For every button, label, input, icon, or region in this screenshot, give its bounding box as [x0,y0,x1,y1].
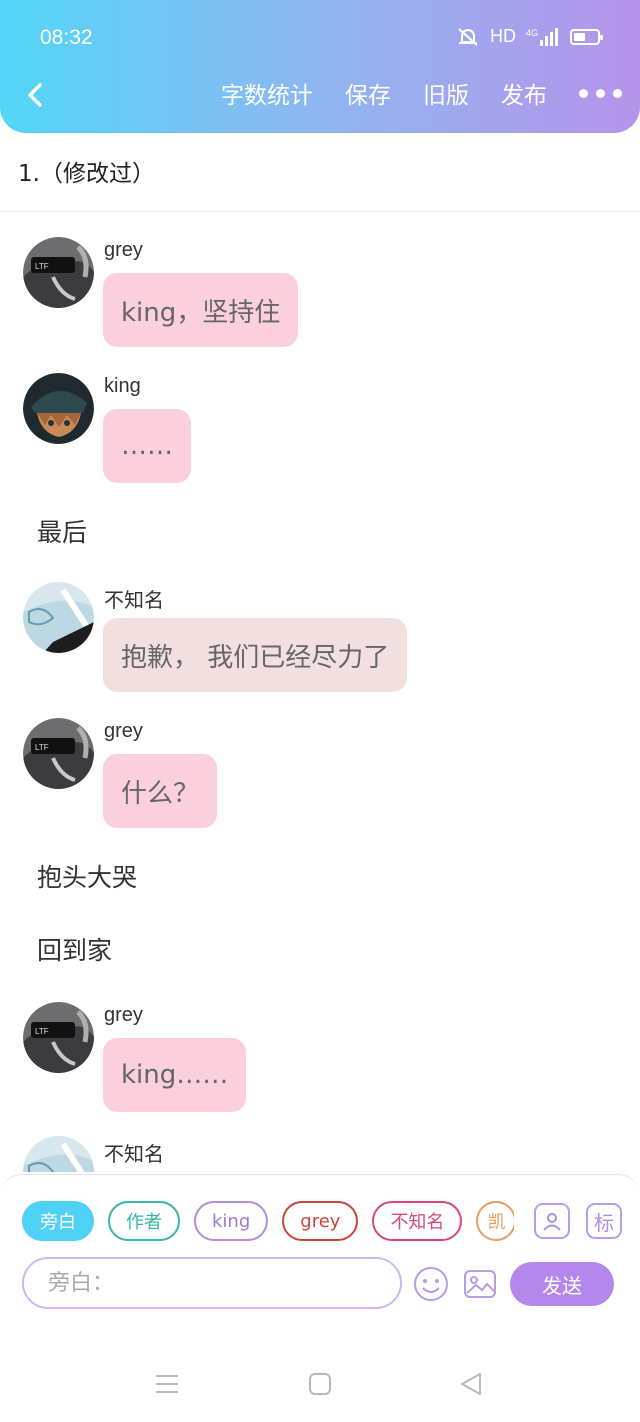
message-input[interactable] [22,1257,402,1309]
role-chip-grey[interactable]: grey [282,1201,359,1241]
back-triangle-icon [461,1373,481,1395]
more-dots-icon [579,88,588,98]
image-icon [464,1270,496,1298]
menu-icon [156,1375,178,1393]
speaker-name: grey [104,239,143,261]
back-button[interactable] [20,78,50,112]
avatar-grey[interactable]: LTF [23,718,94,789]
recent-apps-button[interactable] [152,1370,182,1398]
message-bubble[interactable]: 什么？ [103,754,218,828]
emoji-button[interactable] [412,1265,450,1303]
home-button[interactable] [305,1370,335,1398]
message-bubble[interactable]: king，坚持住 [103,273,299,347]
speaker-name: grey [104,720,143,742]
app-header: 08:32 HD 4G 字数统计 保存 旧版 发布 [0,0,640,133]
message-bubble[interactable]: 抱歉， 我们已经尽力了 [103,618,408,692]
system-navigation-bar [0,1310,640,1422]
speaker-name: 不知名 [104,1144,164,1166]
tag-button[interactable]: 标 [586,1203,622,1239]
publish-button[interactable]: 发布 [501,76,547,110]
word-count-button[interactable]: 字数统计 [221,76,313,110]
svg-text:4G: 4G [526,28,538,38]
composer-panel: 旁白作者 king grey 不知名凯 标 发送 [0,1174,640,1310]
role-chip-king[interactable]: king [194,1201,269,1241]
save-button[interactable]: 保存 [345,76,391,110]
role-chip-partial[interactable]: 凯 [476,1201,514,1241]
role-selector: 旁白 作者 king grey 不知名凯 [22,1201,514,1243]
send-button[interactable]: 发送 [510,1262,614,1306]
more-options-button[interactable] [579,88,622,98]
chapter-title[interactable]: 1.（修改过） [18,154,155,188]
svg-text:LTF: LTF [35,262,49,271]
emoji-icon [414,1267,448,1301]
status-time: 08:32 [40,26,93,49]
avatar-unknown[interactable] [23,582,94,653]
role-chip-author[interactable]: 作者 [108,1201,180,1241]
role-manager-button[interactable] [534,1203,570,1239]
avatar-king[interactable] [23,373,94,444]
svg-text:LTF: LTF [35,1027,49,1036]
role-chip-unknown[interactable]: 不知名 [372,1201,463,1241]
narration-text[interactable]: 回到家 [37,931,112,967]
speaker-name: grey [104,1004,143,1026]
message-bubble[interactable]: king…… [103,1038,247,1112]
svg-text:LTF: LTF [35,743,49,752]
mute-bell-icon [458,27,478,46]
image-button[interactable] [461,1265,499,1303]
battery-icon [570,28,603,45]
avatar-grey[interactable]: LTF [23,1002,94,1073]
person-card-icon [543,1213,561,1231]
old-version-button[interactable]: 旧版 [423,76,469,110]
home-square-icon [309,1373,331,1395]
status-icons: HD 4G [456,26,603,47]
role-chip-narrator[interactable]: 旁白 [22,1201,94,1241]
message-list[interactable]: LTF grey king，坚持住 king …… 最后 不知名 抱歉， 我们已… [0,212,640,1172]
speaker-name: king [104,375,141,397]
speaker-name: 不知名 [104,590,164,612]
network-type-label: HD [490,26,516,46]
message-bubble[interactable]: …… [103,409,191,483]
narration-text[interactable]: 最后 [37,513,87,549]
chevron-left-icon [28,83,42,107]
narration-text[interactable]: 抱头大哭 [37,858,137,894]
avatar-unknown[interactable] [23,1136,94,1172]
avatar-grey[interactable]: LTF [23,237,94,308]
header-actions: 字数统计 保存 旧版 发布 [189,76,622,110]
signal-icon: 4G [526,27,558,46]
system-back-button[interactable] [456,1370,486,1398]
